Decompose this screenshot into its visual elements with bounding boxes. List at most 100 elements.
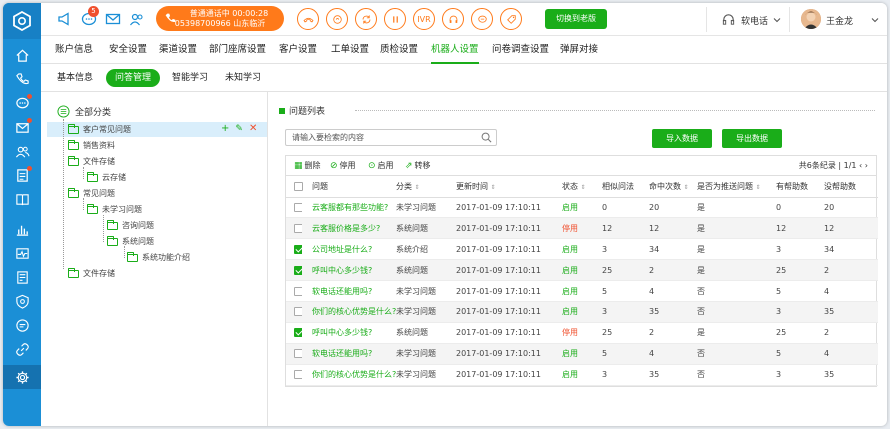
chat-icon[interactable] — [3, 91, 41, 115]
table-row[interactable]: 呼叫中心多少钱? 系统问题 2017-01-09 17:10:11 停用 25 2 是 25 2 — [286, 322, 878, 344]
column-header[interactable]: 更新时间 ⇕ — [456, 176, 562, 198]
table-row[interactable]: 云客服都有那些功能? 未学习问题 2017-01-09 17:10:11 启用 0 20 是… — [286, 197, 878, 219]
table-row[interactable]: 你们的核心优势是什么? 未学习问题 2017-01-09 17:10:11 启用 3 35… — [286, 301, 878, 323]
tree-node[interactable]: 文件存储 — [68, 266, 115, 281]
tree-node[interactable]: 未学习问题 — [87, 202, 142, 217]
row-checkbox[interactable] — [294, 328, 302, 338]
tab-channel[interactable]: 渠道设置 — [159, 36, 197, 64]
row-checkbox[interactable] — [294, 244, 302, 254]
consult-button[interactable] — [442, 8, 464, 30]
tab-popup[interactable]: 弹屏对接 — [560, 36, 598, 64]
tree-root[interactable]: 全部分类 — [57, 104, 111, 118]
tree-node[interactable]: 文件存储 — [68, 154, 115, 169]
delete-category-button[interactable]: ✕ — [249, 123, 257, 135]
question-link[interactable]: 你们的核心优势是什么? — [302, 364, 396, 386]
question-link[interactable]: 软电话还能用吗? — [302, 343, 396, 365]
softphone-dropdown[interactable]: 软电话 — [741, 14, 768, 27]
import-button[interactable]: 导入数据 — [652, 129, 712, 148]
mail-icon[interactable] — [3, 115, 41, 139]
tab-survey[interactable]: 问卷调查设置 — [492, 36, 549, 64]
question-link[interactable]: 云客服都有那些功能? — [302, 197, 396, 219]
question-link[interactable]: 你们的核心优势是什么? — [302, 301, 396, 323]
book-icon[interactable] — [3, 187, 41, 211]
row-checkbox[interactable] — [294, 370, 302, 380]
report-icon[interactable] — [3, 265, 41, 289]
column-header[interactable]: 状态 ⇕ — [562, 176, 602, 198]
monitor-icon[interactable] — [3, 241, 41, 265]
subtab-smart-learning[interactable]: 智能学习 — [172, 69, 208, 87]
question-link[interactable]: 呼叫中心多少钱? — [302, 259, 396, 282]
delete-button[interactable]: ▦ 删除 — [294, 160, 321, 171]
prev-page-icon[interactable]: ‹ — [859, 161, 862, 170]
tab-quality[interactable]: 质检设置 — [380, 36, 418, 64]
tab-department-seat[interactable]: 部门座席设置 — [209, 36, 266, 64]
tab-customer[interactable]: 客户设置 — [279, 36, 317, 64]
switch-old-version-button[interactable]: 切换到老版 — [545, 9, 607, 29]
tree-node[interactable]: 客户常见问题 — [68, 122, 131, 137]
contacts-icon[interactable] — [129, 11, 145, 27]
tag-button[interactable] — [500, 8, 522, 30]
mail-outline-icon[interactable] — [105, 11, 121, 27]
megaphone-icon[interactable] — [57, 11, 73, 27]
link-icon[interactable] — [3, 337, 41, 361]
tree-node[interactable]: 咨询问题 — [107, 218, 154, 233]
add-category-button[interactable]: + — [221, 123, 229, 135]
ivr-button[interactable]: IVR — [413, 8, 435, 30]
disable-button[interactable]: ⊘ 停用 — [330, 160, 356, 171]
tab-ticket[interactable]: 工单设置 — [331, 36, 369, 64]
table-row[interactable]: 云客服价格是多少? 系统问题 2017-01-09 17:10:11 停用 12 12 是 1… — [286, 217, 878, 240]
table-row[interactable]: 软电话还能用吗? 未学习问题 2017-01-09 17:10:11 启用 5 4 否 5 4 — [286, 280, 878, 302]
question-link[interactable]: 软电话还能用吗? — [302, 280, 396, 302]
subtab-unknown-learning[interactable]: 未知学习 — [225, 69, 261, 87]
question-link[interactable]: 呼叫中心多少钱? — [302, 322, 396, 344]
tab-security[interactable]: 安全设置 — [109, 36, 147, 64]
move-button[interactable]: ⇗ 转移 — [405, 160, 431, 171]
search-icon[interactable] — [481, 132, 492, 143]
enable-button[interactable]: ⊙ 启用 — [368, 160, 394, 171]
pause-button[interactable] — [384, 8, 406, 30]
row-checkbox[interactable] — [294, 349, 302, 359]
home-icon[interactable] — [3, 43, 41, 67]
select-all-checkbox[interactable] — [294, 181, 303, 191]
table-row[interactable]: 公司地址是什么? 系统介绍 2017-01-09 17:10:11 启用 3 34 是 3 34 — [286, 238, 878, 261]
subtab-qa-management[interactable]: 问答管理 — [106, 69, 161, 87]
tree-node[interactable]: 常见问题 — [68, 186, 115, 201]
tree-node[interactable]: 系统功能介绍 — [127, 250, 190, 265]
avatar[interactable] — [801, 9, 821, 29]
next-page-icon[interactable]: › — [865, 161, 868, 170]
message-button[interactable] — [471, 8, 493, 30]
hangup-button[interactable] — [297, 8, 319, 30]
row-checkbox[interactable] — [294, 286, 302, 296]
table-row[interactable]: 呼叫中心多少钱? 系统问题 2017-01-09 17:10:11 启用 25 2 是 25 2 — [286, 259, 878, 282]
user-name[interactable]: 王金龙 — [826, 14, 853, 27]
table-row[interactable]: 软电话还能用吗? 未学习问题 2017-01-09 17:10:11 启用 5 4 否 5 4 — [286, 343, 878, 365]
tab-account-info[interactable]: 账户信息 — [55, 36, 93, 64]
column-header[interactable]: 问题 — [302, 176, 396, 198]
message-icon[interactable] — [3, 313, 41, 337]
row-checkbox[interactable] — [294, 223, 302, 233]
question-link[interactable]: 公司地址是什么? — [302, 238, 396, 261]
chevron-down-icon[interactable] — [871, 16, 879, 24]
tree-node[interactable]: 云存储 — [87, 170, 126, 185]
table-row[interactable]: 你们的核心优势是什么? 未学习问题 2017-01-09 17:10:11 启用 3 35… — [286, 364, 878, 386]
edit-category-button[interactable]: ✎ — [235, 123, 243, 135]
task-icon[interactable] — [3, 163, 41, 187]
tab-robot[interactable]: 机器人设置 — [431, 36, 479, 64]
transfer-button[interactable] — [355, 8, 377, 30]
question-link[interactable]: 云客服价格是多少? — [302, 217, 396, 240]
bar-chart-icon[interactable] — [3, 217, 41, 241]
call-status-pill[interactable]: 普通通话中 00:00:28 05398700966 山东临沂 — [156, 6, 284, 31]
row-checkbox[interactable] — [294, 202, 302, 212]
subtab-basic-info[interactable]: 基本信息 — [57, 69, 93, 87]
hold-button[interactable] — [326, 8, 348, 30]
column-header[interactable]: 分类 ⇕ — [396, 176, 456, 198]
chevron-down-icon[interactable] — [773, 16, 781, 24]
tree-node[interactable]: 系统问题 — [107, 234, 154, 249]
users-icon[interactable] — [3, 139, 41, 163]
phone-icon[interactable] — [3, 67, 41, 91]
export-button[interactable]: 导出数据 — [722, 129, 782, 148]
row-checkbox[interactable] — [294, 307, 302, 317]
gear-icon[interactable] — [3, 365, 41, 389]
row-checkbox[interactable] — [294, 265, 302, 275]
logo-icon[interactable] — [3, 3, 41, 39]
